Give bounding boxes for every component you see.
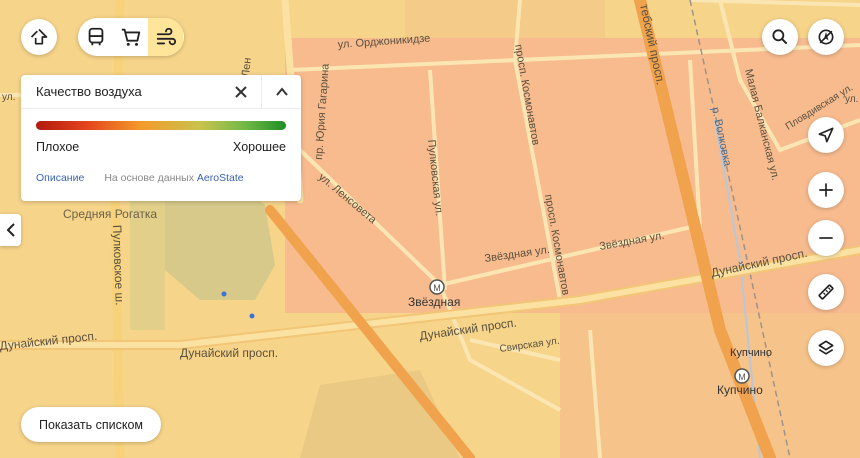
air-quality-layer-button[interactable] — [148, 18, 183, 56]
metro-icon[interactable]: M — [734, 368, 750, 384]
poi-dot[interactable] — [221, 291, 227, 297]
cart-icon — [121, 28, 140, 46]
traffic-button[interactable] — [808, 19, 844, 55]
routes-icon — [30, 28, 48, 45]
street-label: ул. — [2, 92, 15, 103]
zoom-in-button[interactable] — [808, 172, 844, 208]
navigation-arrow-icon — [818, 127, 834, 143]
ruler-icon — [818, 284, 834, 300]
chevron-up-icon — [275, 86, 288, 96]
transport-layer-button[interactable] — [78, 18, 113, 56]
street-label: ул. — [845, 94, 858, 105]
close-button[interactable] — [221, 75, 261, 109]
aerostate-link[interactable]: AeroState — [197, 172, 244, 184]
shopping-layer-button[interactable] — [113, 18, 148, 56]
air-quality-gradient — [36, 121, 286, 130]
layers-icon — [818, 340, 834, 355]
poi-dot[interactable] — [249, 313, 255, 319]
chevron-left-icon — [6, 223, 15, 237]
layers-button[interactable] — [808, 330, 844, 366]
svg-text:M: M — [433, 283, 441, 293]
minus-icon — [819, 237, 833, 239]
map-canvas[interactable]: ул. Орджоникидзе пр. Юрия Гагарина ул. Л… — [0, 0, 860, 458]
railway-station-label: Купчино — [730, 347, 772, 359]
air-quality-panel: Качество воздуха Плохое Хорошее Описание… — [21, 74, 301, 201]
routes-button[interactable] — [21, 19, 57, 55]
search-icon — [772, 29, 788, 45]
plus-icon — [819, 183, 833, 197]
source-prefix: На основе данных — [104, 172, 194, 184]
metro-station-label: Купчино — [717, 383, 763, 397]
sidebar-toggle[interactable] — [0, 214, 21, 246]
metro-station-label: Звёздная — [408, 295, 460, 309]
bus-icon — [88, 27, 103, 46]
ruler-button[interactable] — [808, 274, 844, 310]
air-quality-overlay — [405, 0, 605, 38]
no-traffic-icon — [818, 29, 834, 45]
description-link[interactable]: Описание — [36, 172, 84, 184]
svg-text:M: M — [738, 372, 746, 382]
zoom-out-button[interactable] — [808, 220, 844, 256]
panel-header: Качество воздуха — [21, 74, 301, 109]
show-list-button[interactable]: Показать списком — [21, 407, 161, 442]
my-location-button[interactable] — [808, 117, 844, 153]
metro-icon[interactable]: M — [429, 279, 445, 295]
district-label: Средняя Рогатка — [63, 207, 157, 221]
collapse-button[interactable] — [261, 74, 301, 109]
street-label: Дунайский просп. — [180, 346, 278, 360]
wind-icon — [156, 27, 176, 46]
good-label: Хорошее — [233, 140, 286, 154]
street-label: Пулковское ш. — [110, 225, 127, 306]
panel-title: Качество воздуха — [36, 84, 142, 99]
layer-switcher — [78, 18, 184, 56]
search-button[interactable] — [762, 19, 798, 55]
data-source: На основе данных AeroState — [104, 172, 243, 184]
bad-label: Плохое — [36, 140, 80, 154]
close-icon — [235, 85, 247, 98]
